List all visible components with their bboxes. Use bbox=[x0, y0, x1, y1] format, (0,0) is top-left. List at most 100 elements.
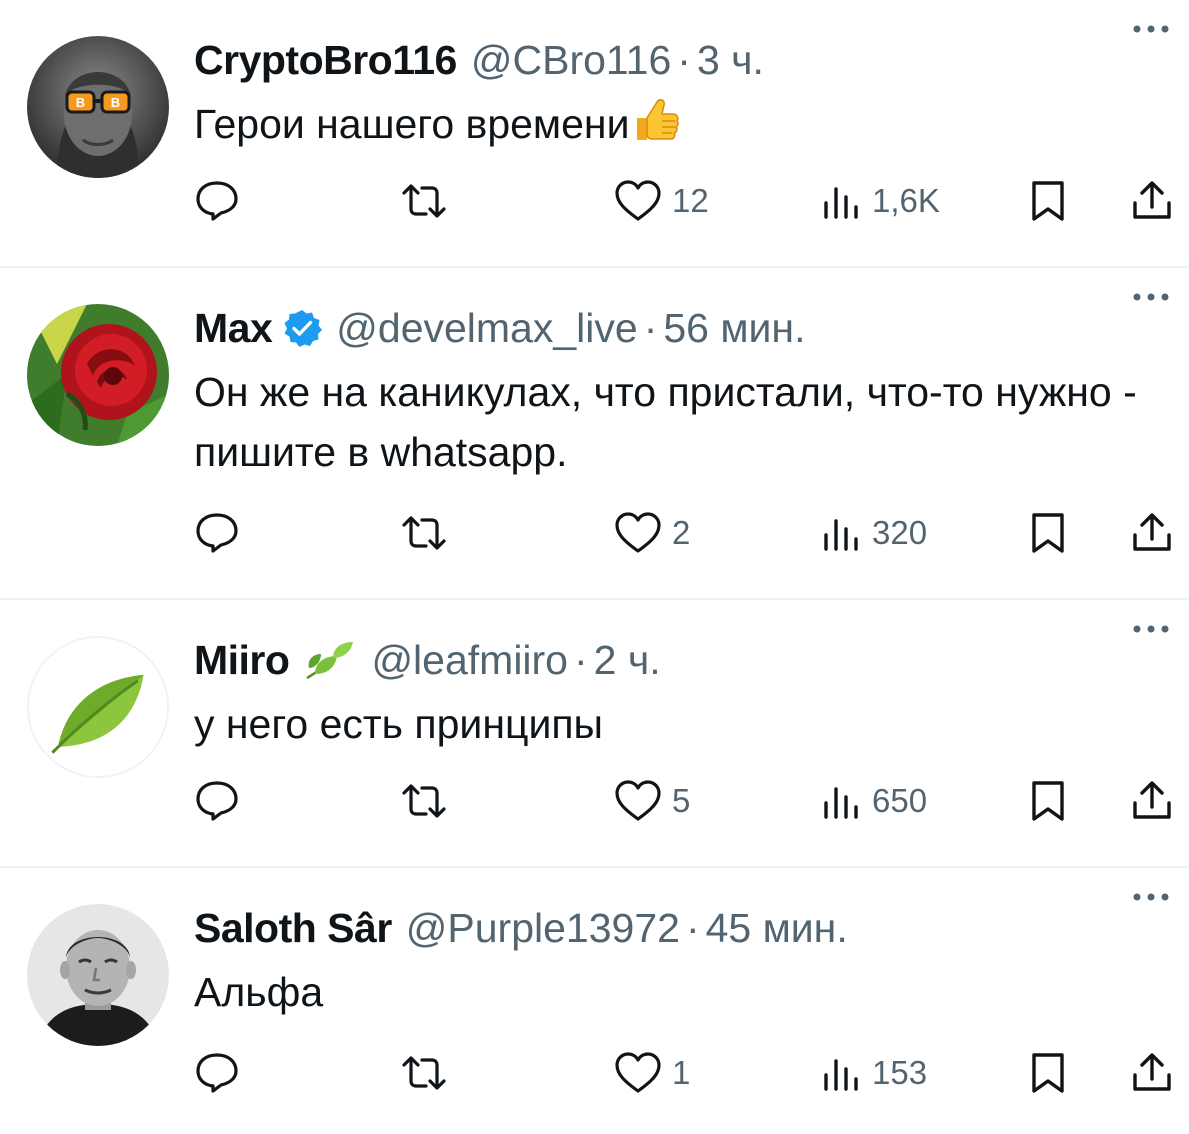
bookmark-icon bbox=[1028, 511, 1068, 555]
views-button[interactable]: 320 bbox=[822, 508, 927, 558]
action-bar: 12 1,6K bbox=[194, 176, 1189, 226]
display-name[interactable]: Miiro bbox=[194, 637, 290, 684]
more-icon bbox=[1129, 893, 1173, 916]
retweet-button[interactable] bbox=[398, 776, 450, 826]
leaf-badge-icon bbox=[303, 638, 357, 682]
timestamp[interactable]: 3 ч. bbox=[697, 37, 764, 84]
avatar[interactable] bbox=[27, 904, 169, 1046]
reply-button[interactable] bbox=[194, 508, 240, 558]
retweet-button[interactable] bbox=[398, 176, 450, 226]
bookmark-button[interactable] bbox=[1028, 776, 1068, 826]
more-options-button[interactable] bbox=[1129, 14, 1173, 44]
avatar[interactable] bbox=[27, 304, 169, 446]
display-name[interactable]: Saloth Sâr bbox=[194, 905, 392, 952]
like-button[interactable]: 12 bbox=[614, 176, 709, 226]
views-button[interactable]: 650 bbox=[822, 776, 927, 826]
tweet-content: Miiro @leafmiiro · 2 ч. у него есть прин… bbox=[194, 632, 1169, 754]
bookmark-icon bbox=[1028, 179, 1068, 223]
tweet-content: Max @develmax_live · 56 мин. Он же на ка… bbox=[194, 300, 1169, 482]
bookmark-button[interactable] bbox=[1028, 1048, 1068, 1098]
thumbs-up-icon bbox=[629, 94, 681, 146]
tweet[interactable]: Saloth Sâr @Purple13972 · 45 мин. Альфа bbox=[0, 868, 1189, 1134]
heart-icon bbox=[614, 511, 662, 555]
separator-dot: · bbox=[643, 304, 658, 351]
action-bar: 5 650 bbox=[194, 776, 1189, 826]
action-bar: 2 320 bbox=[194, 508, 1189, 558]
retweet-button[interactable] bbox=[398, 508, 450, 558]
tweet[interactable]: Max @develmax_live · 56 мин. Он же на ка… bbox=[0, 268, 1189, 600]
separator-dot: · bbox=[677, 36, 691, 83]
reply-button[interactable] bbox=[194, 1048, 240, 1098]
reply-button[interactable] bbox=[194, 776, 240, 826]
verified-badge-icon[interactable] bbox=[282, 308, 323, 348]
svg-text:B: B bbox=[76, 95, 85, 110]
tweet[interactable]: Miiro @leafmiiro · 2 ч. у него есть прин… bbox=[0, 600, 1189, 868]
tweet-content: Saloth Sâr @Purple13972 · 45 мин. Альфа bbox=[194, 900, 1169, 1022]
avatar[interactable] bbox=[27, 636, 169, 778]
tweet-header: Max @develmax_live · 56 мин. bbox=[194, 300, 1169, 356]
like-button[interactable]: 1 bbox=[614, 1048, 690, 1098]
bookmark-button[interactable] bbox=[1028, 508, 1068, 558]
like-count: 12 bbox=[672, 182, 709, 219]
more-icon bbox=[1129, 293, 1173, 316]
views-count: 153 bbox=[872, 1054, 928, 1091]
more-options-button[interactable] bbox=[1129, 882, 1173, 912]
like-count: 1 bbox=[672, 1054, 691, 1091]
display-name[interactable]: CryptoBro116 bbox=[194, 37, 457, 84]
timestamp[interactable]: 2 ч. bbox=[594, 637, 661, 684]
more-options-button[interactable] bbox=[1129, 282, 1173, 312]
user-handle[interactable]: @CBro116 bbox=[471, 37, 671, 84]
user-handle[interactable]: @develmax_live bbox=[336, 305, 637, 352]
more-options-button[interactable] bbox=[1129, 614, 1173, 644]
heart-icon bbox=[614, 779, 662, 823]
retweet-icon bbox=[398, 781, 450, 821]
timestamp[interactable]: 56 мин. bbox=[663, 305, 805, 352]
more-icon bbox=[1129, 25, 1173, 48]
reply-icon bbox=[194, 180, 240, 222]
views-count: 1,6K bbox=[872, 182, 940, 219]
share-button[interactable] bbox=[1130, 1048, 1174, 1098]
like-count: 5 bbox=[672, 782, 691, 819]
tweet-header: CryptoBro116 @CBro116 · 3 ч. bbox=[194, 32, 1169, 88]
like-count: 2 bbox=[672, 514, 691, 551]
views-button[interactable]: 1,6K bbox=[822, 176, 940, 226]
avatar[interactable]: B B bbox=[27, 36, 169, 178]
action-bar: 1 153 bbox=[194, 1048, 1189, 1098]
bookmark-button[interactable] bbox=[1028, 176, 1068, 226]
heart-icon bbox=[614, 179, 662, 223]
tweet-text-body: Герои нашего времени bbox=[194, 101, 630, 147]
views-button[interactable]: 153 bbox=[822, 1048, 927, 1098]
display-name[interactable]: Max bbox=[194, 305, 273, 352]
heart-icon bbox=[614, 1051, 662, 1095]
tweet[interactable]: B B CryptoBro116 @CBro116 · 3 ч. Герои н… bbox=[0, 0, 1189, 268]
user-handle[interactable]: @Purple13972 bbox=[406, 905, 680, 952]
reply-icon bbox=[194, 1052, 240, 1094]
share-button[interactable] bbox=[1130, 176, 1174, 226]
like-button[interactable]: 5 bbox=[614, 776, 690, 826]
retweet-icon bbox=[398, 1053, 450, 1093]
bookmark-icon bbox=[1028, 779, 1068, 823]
reply-icon bbox=[194, 512, 240, 554]
timestamp[interactable]: 45 мин. bbox=[706, 905, 848, 952]
reply-button[interactable] bbox=[194, 176, 240, 226]
views-icon bbox=[822, 783, 862, 819]
more-icon bbox=[1129, 625, 1173, 648]
share-icon bbox=[1130, 511, 1174, 555]
separator-dot: · bbox=[685, 904, 700, 951]
retweet-icon bbox=[398, 513, 450, 553]
user-handle[interactable]: @leafmiiro bbox=[371, 637, 568, 684]
tweet-text: у него есть принципы bbox=[194, 701, 604, 747]
tweet-header: Saloth Sâr @Purple13972 · 45 мин. bbox=[194, 900, 1169, 956]
views-count: 320 bbox=[872, 514, 928, 551]
views-icon bbox=[822, 183, 862, 219]
share-button[interactable] bbox=[1130, 508, 1174, 558]
tweet-text: Он же на каникулах, что пристали, что-то… bbox=[194, 369, 1137, 475]
like-button[interactable]: 2 bbox=[614, 508, 690, 558]
separator-dot: · bbox=[574, 636, 588, 683]
share-button[interactable] bbox=[1130, 776, 1174, 826]
retweet-button[interactable] bbox=[398, 1048, 450, 1098]
tweet-text: Герои нашего времени bbox=[194, 94, 1154, 154]
views-icon bbox=[822, 1055, 862, 1091]
views-icon bbox=[822, 515, 862, 551]
tweet-text: Альфа bbox=[194, 969, 324, 1015]
